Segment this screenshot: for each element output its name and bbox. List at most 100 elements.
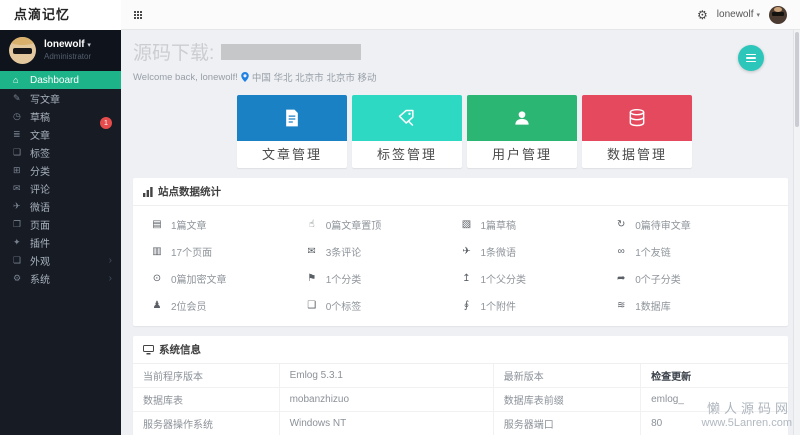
- sidebar-item-label: 微语: [30, 202, 50, 214]
- list-icon: ≣: [13, 128, 21, 139]
- card-article-management[interactable]: 文章管理: [237, 95, 347, 168]
- pages-icon: ▥: [152, 246, 162, 257]
- card-label: 数据管理: [606, 147, 667, 162]
- card-label: 标签管理: [376, 147, 437, 162]
- app-window: 点滴记忆 lonewolf ▾ Administrator ⌂ Dashboard…: [0, 0, 800, 435]
- user-icon: [515, 111, 529, 125]
- stat-pages: ▥ 17个页面: [152, 246, 213, 259]
- database-icon: ≋: [617, 300, 626, 311]
- sidebar-item-weibo[interactable]: ✈ 微语: [0, 197, 121, 215]
- sidebar-avatar: [9, 37, 36, 64]
- card-data-management[interactable]: 数据管理: [582, 95, 692, 168]
- paperclip-icon: ∮: [463, 300, 470, 311]
- site-stats-title: 站点数据统计: [158, 186, 221, 198]
- card-tag-management[interactable]: 标签管理: [352, 95, 462, 168]
- stat-microblogs: ✈ 1条微语: [462, 246, 517, 259]
- sidebar-item-write-post[interactable]: ✎ 写文章: [0, 89, 121, 107]
- sidebar-item-categories[interactable]: ⊞ 分类: [0, 161, 121, 179]
- gear-icon[interactable]: ⚙: [697, 9, 708, 21]
- share-arrow-icon: ➦: [617, 273, 626, 284]
- table-row: 当前程序版本 Emlog 5.3.1 最新版本 检查更新: [133, 364, 788, 388]
- sidebar-item-label: Dashboard: [30, 74, 79, 86]
- system-info-table: 当前程序版本 Emlog 5.3.1 最新版本 检查更新 数据库表 mobanzhizu…: [133, 364, 788, 435]
- map-marker-icon: [241, 72, 249, 82]
- chevron-right-icon: ›: [108, 272, 112, 284]
- sidebar-item-drafts[interactable]: ◷ 草稿 1: [0, 107, 121, 129]
- card-user-management[interactable]: 用户管理: [467, 95, 577, 168]
- chevron-right-icon: ›: [108, 254, 112, 266]
- topbar-user-dropdown[interactable]: lonewolf ▾: [717, 9, 760, 20]
- sidebar-item-label: 文章: [30, 130, 50, 142]
- stat-posts: ▤ 1篇文章: [152, 219, 207, 232]
- topbar-avatar[interactable]: [769, 5, 787, 24]
- desktop-icon: [143, 344, 154, 354]
- sidebar-username: lonewolf ▾: [44, 39, 91, 50]
- system-info-title: 系统信息: [159, 344, 201, 356]
- tags-icon: ❑: [307, 300, 317, 311]
- sidebar-item-label: 页面: [30, 220, 50, 232]
- home-icon: ⌂: [13, 75, 19, 85]
- lock-icon: ⊙: [152, 273, 162, 284]
- sidebar: 点滴记忆 lonewolf ▾ Administrator ⌂ Dashboard…: [0, 0, 121, 435]
- floating-menu-button[interactable]: [738, 45, 764, 71]
- welcome-line: Welcome back, lonewolf! 中国 华北 北京市 北京市 移动: [133, 70, 788, 85]
- twitter-icon: ✈: [462, 246, 471, 257]
- sidebar-item-label: 系统: [30, 274, 50, 286]
- page-title: 源码下载:: [133, 38, 788, 65]
- sidebar-item-plugins[interactable]: ✦ 插件: [0, 233, 121, 251]
- system-info-panel: 系统信息 当前程序版本 Emlog 5.3.1 最新版本 检查更新 数据库表 moban…: [133, 336, 788, 435]
- sidebar-item-label: 外观: [30, 256, 50, 268]
- twitter-icon: ✈: [13, 200, 21, 211]
- draft-file-icon: ▧: [461, 219, 472, 230]
- welcome-text: Welcome back, lonewolf!: [133, 71, 238, 83]
- hamburger-icon: [746, 53, 756, 56]
- user-icon: ♟: [152, 300, 162, 311]
- sidebar-item-label: 草稿: [30, 112, 50, 124]
- system-info-header: 系统信息: [133, 336, 788, 364]
- stat-categories: ⚑ 1个分类: [307, 273, 362, 286]
- link-icon: ∞: [617, 246, 625, 257]
- topbar: ⚙ lonewolf ▾: [121, 0, 800, 30]
- gear-icon: ⚙: [13, 272, 22, 283]
- comment-icon: ✉: [13, 182, 21, 193]
- page-title-text: 源码下载:: [133, 43, 215, 64]
- scrollbar-track[interactable]: [793, 30, 800, 435]
- card-label: 用户管理: [491, 147, 552, 162]
- grid-menu-icon[interactable]: [134, 10, 142, 19]
- tag-icon: ❑: [13, 146, 22, 157]
- sidebar-item-system[interactable]: ⚙ 系统 ›: [0, 269, 121, 287]
- topbar-username: lonewolf: [716, 9, 754, 20]
- stat-pending-posts: ↻ 0篇待审文章: [617, 219, 691, 232]
- brand-title: 点滴记忆: [0, 0, 121, 30]
- visitor-location-text: 中国 华北 北京市 北京市 移动: [251, 73, 377, 84]
- table-row: 数据库表 mobanzhizuo 数据库表前缀 emlog_: [133, 387, 788, 412]
- tags-icon: [398, 109, 414, 127]
- sidebar-item-appearance[interactable]: ❏ 外观 ›: [0, 251, 121, 269]
- check-update-link[interactable]: 检查更新: [651, 372, 691, 383]
- scrollbar-thumb[interactable]: [795, 32, 799, 127]
- comments-icon: ✉: [307, 246, 316, 257]
- sidebar-item-pages[interactable]: ❐ 页面: [0, 215, 121, 233]
- sidebar-user-role: Administrator: [44, 52, 92, 61]
- stat-friend-links: ∞ 1个友链: [615, 244, 770, 259]
- sidebar-item-comments[interactable]: ✉ 评论: [0, 179, 121, 197]
- sidebar-menu: ⌂ Dashboard ✎ 写文章 ◷ 草稿 1 ≣ 文章 ❑ 标签 ⊞ 分类 ✉ 评论 ✈ 微语…: [0, 71, 121, 287]
- desktop-icon: ❏: [13, 254, 22, 265]
- sidebar-item-dashboard[interactable]: ⌂ Dashboard: [0, 71, 121, 89]
- stat-members: ♟ 2位会员: [152, 300, 207, 313]
- flag-icon: ⚑: [307, 273, 317, 284]
- sidebar-item-tags[interactable]: ❑ 标签: [0, 143, 121, 161]
- stat-sticky-posts: ☝ 0篇文章置顶: [306, 217, 461, 232]
- sidebar-user-panel[interactable]: lonewolf ▾ Administrator: [0, 30, 121, 71]
- sidebar-item-label: 写文章: [30, 94, 60, 106]
- sidebar-item-label: 分类: [30, 166, 50, 178]
- sidebar-item-label: 插件: [30, 238, 50, 250]
- bar-chart-icon: [143, 186, 153, 197]
- stat-parent-categories: ↥ 1个父分类: [462, 273, 527, 286]
- file-text-icon: [286, 109, 298, 127]
- site-stats-panel: 站点数据统计 ▤ 1篇文章 ☝ 0篇文章置顶 ▧ 1篇草稿 ↻ 0篇待审文章 ▥ 17个页…: [133, 178, 788, 326]
- stat-encrypted-posts: ⊙ 0篇加密文章: [152, 273, 227, 286]
- stat-drafts: ▧ 1篇草稿: [461, 219, 517, 232]
- drafts-count-badge: 1: [100, 117, 112, 129]
- table-row: 服务器操作系统 Windows NT 服务器端口 80: [133, 411, 788, 435]
